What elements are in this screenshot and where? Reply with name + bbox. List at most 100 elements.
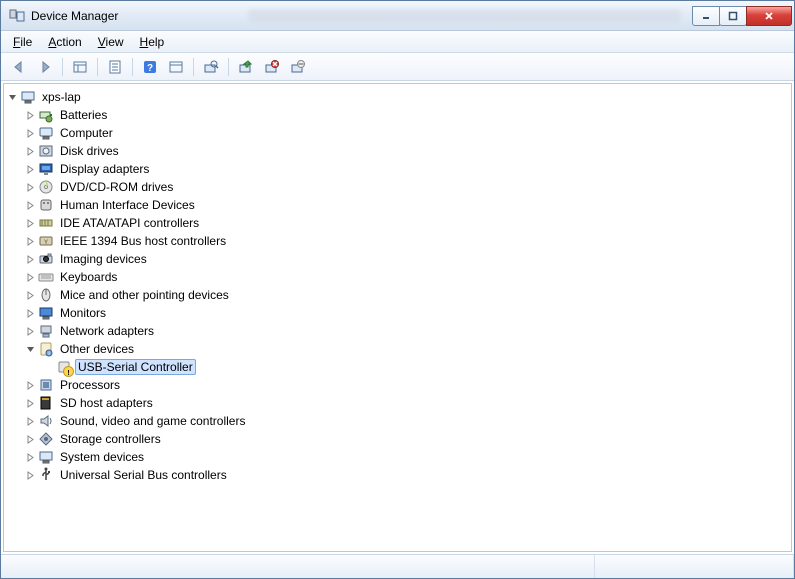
tree-node-label: Processors [57, 377, 123, 393]
update-driver-button[interactable] [234, 56, 258, 78]
tree-node[interactable]: Storage controllers [6, 430, 789, 448]
menu-view[interactable]: ViewView [90, 33, 132, 51]
expand-icon[interactable] [24, 253, 36, 265]
tree-node-label: Universal Serial Bus controllers [57, 467, 230, 483]
forward-button[interactable] [33, 56, 57, 78]
tree-node-label: Keyboards [57, 269, 120, 285]
tree-node-label: DVD/CD-ROM drives [57, 179, 176, 195]
expand-icon[interactable] [24, 217, 36, 229]
toolbar-separator [228, 58, 229, 76]
tree-node[interactable]: Universal Serial Bus controllers [6, 466, 789, 484]
tree-node-label: Batteries [57, 107, 110, 123]
disable-button[interactable] [286, 56, 310, 78]
titlebar-blur [248, 9, 681, 23]
tree-node[interactable]: Display adapters [6, 160, 789, 178]
tree-node[interactable]: IEEE 1394 Bus host controllers [6, 232, 789, 250]
keyboard-icon [38, 269, 54, 285]
collapse-icon[interactable] [24, 343, 36, 355]
expand-icon[interactable] [24, 109, 36, 121]
expand-icon[interactable] [24, 289, 36, 301]
menu-file[interactable]: FileFiledocument.currentScript.previousE… [5, 33, 40, 51]
network-icon [38, 323, 54, 339]
mouse-icon [38, 287, 54, 303]
expand-icon[interactable] [24, 397, 36, 409]
tree-node-label: IDE ATA/ATAPI controllers [57, 215, 202, 231]
system-icon [38, 449, 54, 465]
computer-icon [38, 125, 54, 141]
action-panel-button[interactable] [164, 56, 188, 78]
expand-icon[interactable] [24, 433, 36, 445]
ieee1394-icon [38, 233, 54, 249]
toolbar-separator [97, 58, 98, 76]
disk-icon [38, 143, 54, 159]
tree-node-label: Human Interface Devices [57, 197, 198, 213]
tree-node[interactable]: Network adapters [6, 322, 789, 340]
tree-view[interactable]: xps-lapBatteriesComputerDisk drivesDispl… [3, 83, 792, 552]
tree-node[interactable]: DVD/CD-ROM drives [6, 178, 789, 196]
expand-icon[interactable] [24, 235, 36, 247]
tree-node[interactable]: Monitors [6, 304, 789, 322]
ide-icon [38, 215, 54, 231]
window-title: Device Manager [31, 9, 248, 23]
processor-icon [38, 377, 54, 393]
menu-action[interactable]: ActionAction [40, 33, 89, 51]
expand-icon[interactable] [24, 379, 36, 391]
expand-icon[interactable] [24, 307, 36, 319]
tree-node[interactable]: Human Interface Devices [6, 196, 789, 214]
menubar: FileFiledocument.currentScript.previousE… [1, 31, 794, 53]
scan-hardware-button[interactable] [199, 56, 223, 78]
sound-icon [38, 413, 54, 429]
properties-button[interactable] [103, 56, 127, 78]
device-icon [20, 89, 36, 105]
menu-help[interactable]: HelpHelp [132, 33, 173, 51]
battery-icon [38, 107, 54, 123]
tree-node[interactable]: xps-lap [6, 88, 789, 106]
app-icon [9, 8, 25, 24]
expand-icon[interactable] [24, 271, 36, 283]
hid-icon [38, 197, 54, 213]
maximize-button[interactable] [719, 6, 747, 26]
tree-node[interactable]: Disk drives [6, 142, 789, 160]
storage-icon [38, 431, 54, 447]
expand-icon[interactable] [24, 451, 36, 463]
window: Device Manager FileFiledocument.currentS… [0, 0, 795, 579]
display-icon [38, 161, 54, 177]
titlebar[interactable]: Device Manager [1, 1, 794, 31]
tree-node[interactable]: Computer [6, 124, 789, 142]
tree-node[interactable]: Other devices [6, 340, 789, 358]
tree-node[interactable]: Batteries [6, 106, 789, 124]
tree-node[interactable]: Imaging devices [6, 250, 789, 268]
statusbar [1, 554, 794, 578]
tree-node[interactable]: Keyboards [6, 268, 789, 286]
show-hide-tree-button[interactable] [68, 56, 92, 78]
expand-icon[interactable] [24, 145, 36, 157]
tree-node-label: Network adapters [57, 323, 157, 339]
tree-node[interactable]: Mice and other pointing devices [6, 286, 789, 304]
expand-icon[interactable] [24, 199, 36, 211]
tree-node-label: IEEE 1394 Bus host controllers [57, 233, 229, 249]
expand-icon[interactable] [24, 325, 36, 337]
tree-node[interactable]: SD host adapters [6, 394, 789, 412]
expand-icon[interactable] [24, 415, 36, 427]
tree-node[interactable]: IDE ATA/ATAPI controllers [6, 214, 789, 232]
expand-icon[interactable] [24, 127, 36, 139]
back-button[interactable] [7, 56, 31, 78]
help-button[interactable]: ? [138, 56, 162, 78]
uninstall-button[interactable] [260, 56, 284, 78]
svg-text:?: ? [147, 63, 153, 74]
dvd-icon [38, 179, 54, 195]
tree-node-label: Mice and other pointing devices [57, 287, 232, 303]
minimize-button[interactable] [692, 6, 720, 26]
expand-icon[interactable] [24, 181, 36, 193]
tree-node[interactable]: Processors [6, 376, 789, 394]
tree-node[interactable]: USB-Serial Controller [6, 358, 789, 376]
close-button[interactable] [746, 6, 792, 26]
expand-icon[interactable] [24, 469, 36, 481]
tree-node[interactable]: Sound, video and game controllers [6, 412, 789, 430]
expand-icon[interactable] [24, 163, 36, 175]
collapse-icon[interactable] [6, 91, 18, 103]
tree-node-label: USB-Serial Controller [75, 359, 196, 375]
tree-node[interactable]: System devices [6, 448, 789, 466]
toolbar: ? [1, 53, 794, 81]
status-cell [1, 555, 595, 578]
